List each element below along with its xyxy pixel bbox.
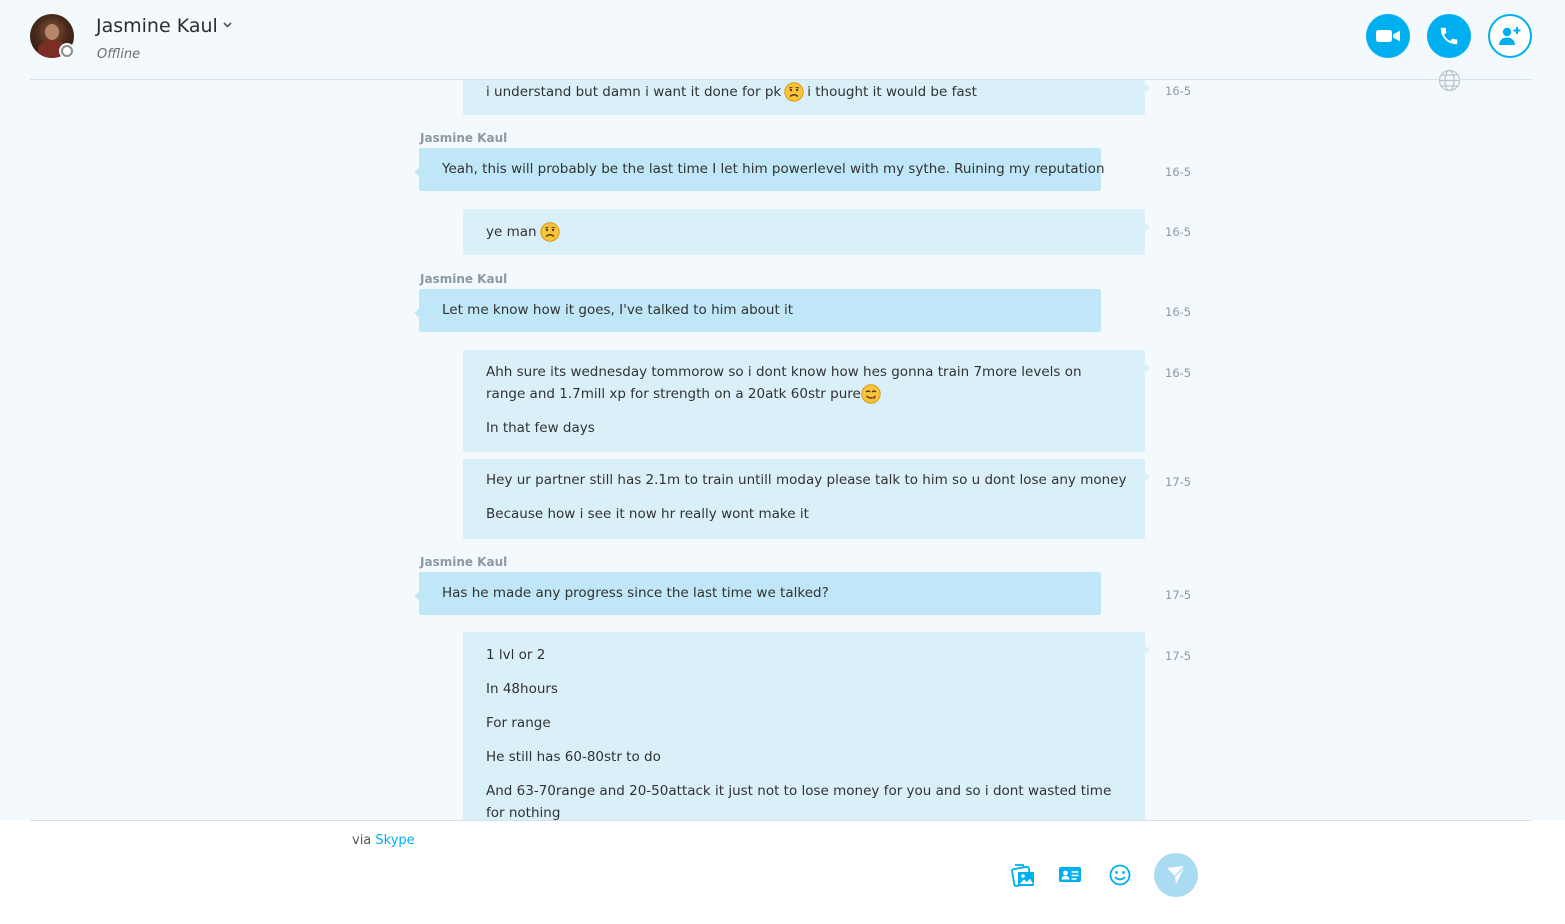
message-bubble[interactable]: i understand but damn i want it done for… xyxy=(463,80,1150,115)
message-timestamp: 16-5 xyxy=(1165,305,1192,319)
message-bubble[interactable]: ye man xyxy=(463,209,1150,255)
message-bubble[interactable]: Hey ur partner still has 2.1m to train u… xyxy=(463,459,1150,539)
message-timestamp: 16-5 xyxy=(1165,165,1192,179)
video-camera-icon xyxy=(1376,30,1400,42)
video-call-button[interactable] xyxy=(1366,14,1410,58)
message-bubble[interactable]: Has he made any progress since the last … xyxy=(414,572,1101,615)
message-text: Hey ur partner still has 2.1m to train u… xyxy=(486,472,1127,488)
message-text: Let me know how it goes, I've talked to … xyxy=(442,302,794,318)
message-text: 1 lvl or 2 xyxy=(486,647,546,663)
yum-face-emoji-icon xyxy=(861,384,881,404)
contact-status: Offline xyxy=(97,47,141,62)
globe-icon[interactable] xyxy=(1438,69,1461,92)
via-skype-link[interactable]: Skype xyxy=(375,833,414,848)
contact-card-icon[interactable] xyxy=(1057,862,1083,888)
composer-area: via Skype xyxy=(0,820,1565,924)
message-text: Has he made any progress since the last … xyxy=(442,585,829,601)
chevron-down-icon[interactable] xyxy=(222,19,233,30)
message-timestamp: 17-5 xyxy=(1165,475,1192,489)
header-divider xyxy=(30,79,1532,80)
message-text: Yeah, this will probably be the last tim… xyxy=(442,161,1105,177)
footer-divider xyxy=(30,820,1532,821)
send-button[interactable] xyxy=(1154,853,1198,897)
message-text: Because how i see it now hr really wont … xyxy=(486,506,809,522)
message-timestamp: 16-5 xyxy=(1165,366,1192,380)
contact-name[interactable]: Jasmine Kaul xyxy=(96,15,218,37)
presence-offline-indicator xyxy=(61,45,73,57)
message-text: For range xyxy=(486,715,551,731)
message-text: He still has 60-80str to do xyxy=(486,749,661,765)
message-bubble[interactable]: Ahh sure its wednesday tommorow so i don… xyxy=(463,350,1150,452)
phone-icon xyxy=(1440,27,1458,45)
sad-face-emoji-icon xyxy=(539,222,560,242)
avatar-face xyxy=(45,24,59,40)
message-timestamp: 17-5 xyxy=(1165,588,1192,602)
via-label: via Skype xyxy=(352,833,415,848)
message-text: i understand but damn i want it done for… xyxy=(486,81,1123,103)
message-bubble[interactable]: Let me know how it goes, I've talked to … xyxy=(414,289,1101,332)
chat-header: Jasmine Kaul Offline xyxy=(0,0,1565,80)
sender-name: Jasmine Kaul xyxy=(420,272,508,286)
via-prefix: via xyxy=(352,833,372,848)
message-text-part: Ahh sure its wednesday tommorow so i don… xyxy=(486,364,1082,402)
message-bubble[interactable]: 1 lvl or 2 In 48hours For range He still… xyxy=(463,632,1150,820)
message-timestamp: 17-5 xyxy=(1165,649,1192,663)
conversation-pane[interactable]: i understand but damn i want it done for… xyxy=(0,80,1565,820)
message-text-part: i thought it would be fast xyxy=(807,84,977,100)
message-timestamp: 16-5 xyxy=(1165,225,1192,239)
audio-call-button[interactable] xyxy=(1427,14,1471,58)
send-icon xyxy=(1167,865,1186,884)
message-text: In 48hours xyxy=(486,681,558,697)
message-text: In that few days xyxy=(486,420,595,436)
message-text: Ahh sure its wednesday tommorow so i don… xyxy=(486,361,1123,405)
sender-name: Jasmine Kaul xyxy=(420,131,508,145)
message-text: And 63-70range and 20-50attack it just n… xyxy=(486,783,1112,820)
image-icon[interactable] xyxy=(1010,862,1036,888)
sad-face-emoji-icon xyxy=(784,82,804,102)
message-timestamp: 16-5 xyxy=(1165,84,1192,98)
sender-name: Jasmine Kaul xyxy=(420,555,508,569)
add-people-button[interactable] xyxy=(1488,14,1532,58)
add-person-icon xyxy=(1499,27,1521,45)
message-bubble[interactable]: Yeah, this will probably be the last tim… xyxy=(414,148,1105,191)
message-text: ye man xyxy=(486,221,1123,243)
message-text-part: i understand but damn i want it done for… xyxy=(486,84,782,100)
smiley-icon[interactable] xyxy=(1107,862,1133,888)
message-text-part: ye man xyxy=(486,224,537,240)
